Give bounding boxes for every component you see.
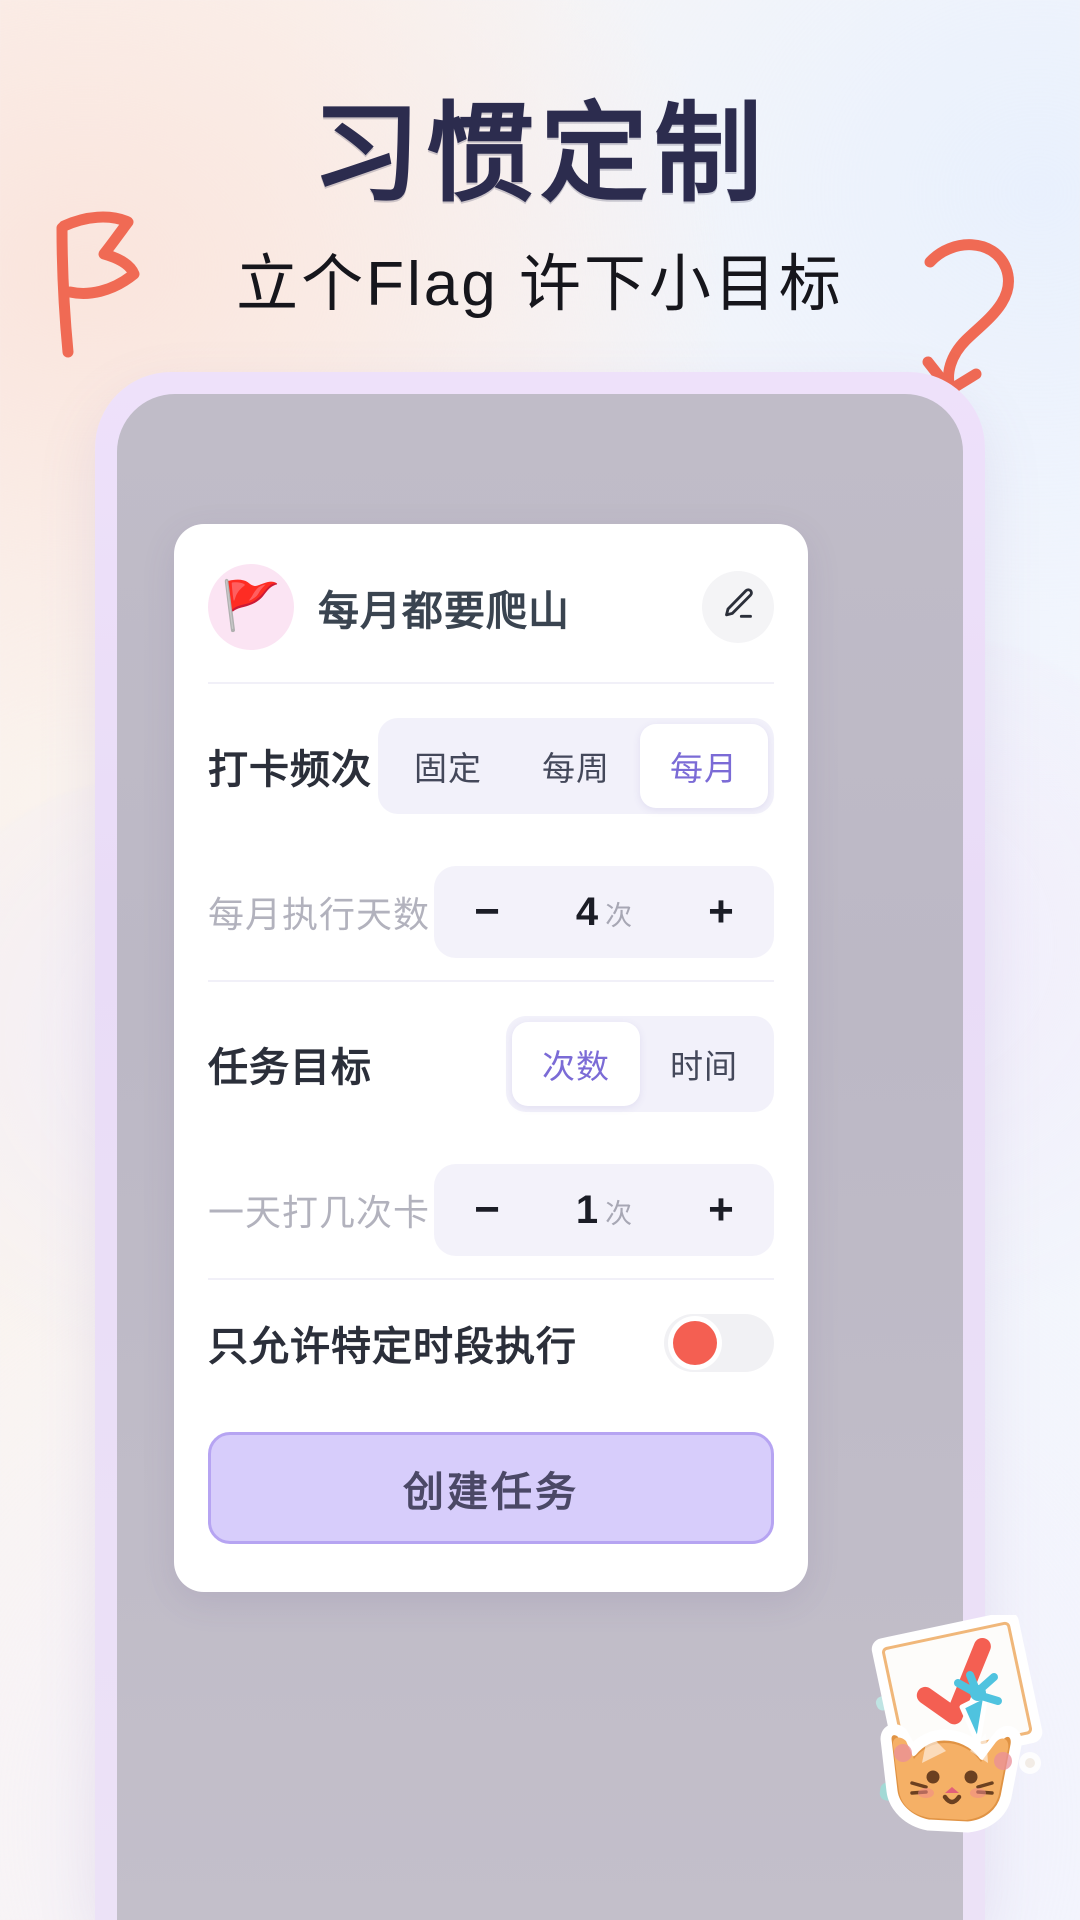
goal-count-row: 一天打几次卡 − 1次 + — [174, 1146, 808, 1278]
flag-emoji-icon: 🚩 — [221, 580, 281, 633]
frequency-count-stepper[interactable]: − 4次 + — [434, 866, 774, 958]
habit-settings-card: 🚩 每月都要爬山 打卡频次 固定 每周 每月 每月执行天数 − 4 次 + 任务… — [174, 524, 808, 1592]
page-title: 习惯定制 — [311, 93, 768, 214]
frequency-count-label: 每月执行天数 — [208, 894, 431, 935]
create-task-button[interactable]: 创建任务 — [208, 1432, 774, 1544]
goal-count-stepper[interactable]: − 1次 + — [434, 1164, 774, 1256]
goal-label: 任务目标 — [208, 1046, 372, 1090]
frequency-row: 打卡频次 固定 每周 每月 — [174, 684, 808, 848]
goal-count-unit: 次 — [605, 1198, 633, 1229]
edit-habit-button[interactable] — [702, 571, 774, 643]
goal-option-count[interactable]: 次数 — [512, 1022, 640, 1106]
goal-count-label: 一天打几次卡 — [208, 1192, 431, 1233]
frequency-increment-button[interactable]: + — [698, 890, 744, 934]
frequency-segmented-control[interactable]: 固定 每周 每月 — [378, 718, 774, 814]
frequency-option-fixed[interactable]: 固定 — [384, 724, 512, 808]
pencil-icon — [718, 585, 758, 630]
orange-cat-with-party-hat-and-checklist — [762, 1611, 1062, 1920]
time-restriction-label: 只允许特定时段执行 — [208, 1325, 577, 1369]
goal-option-time[interactable]: 时间 — [640, 1022, 768, 1106]
toggle-knob — [673, 1321, 717, 1365]
goal-increment-button[interactable]: + — [698, 1188, 744, 1232]
frequency-option-weekly[interactable]: 每周 — [512, 724, 640, 808]
habit-title: 每月都要爬山 — [318, 588, 570, 634]
goal-decrement-button[interactable]: − — [464, 1188, 510, 1232]
goal-row: 任务目标 次数 时间 — [174, 982, 808, 1146]
card-header: 🚩 每月都要爬山 — [174, 524, 808, 682]
cta-wrapper: 创建任务 — [174, 1406, 808, 1588]
frequency-count-unit: 次 — [605, 900, 633, 931]
goal-count-value: 1 — [575, 1187, 600, 1232]
goal-segmented-control[interactable]: 次数 时间 — [506, 1016, 774, 1112]
hand-drawn-flag-icon — [38, 200, 158, 365]
frequency-option-monthly[interactable]: 每月 — [640, 724, 768, 808]
frequency-count-value: 4 — [575, 889, 600, 934]
time-restriction-toggle[interactable] — [664, 1314, 774, 1372]
frequency-count-value-wrap: 4次 — [576, 890, 632, 935]
frequency-label: 打卡频次 — [208, 748, 372, 792]
frequency-decrement-button[interactable]: − — [464, 890, 510, 934]
time-restriction-row: 只允许特定时段执行 — [174, 1280, 808, 1406]
goal-count-value-wrap: 1次 — [576, 1188, 632, 1233]
habit-emoji-avatar: 🚩 — [208, 564, 294, 650]
frequency-count-row: 每月执行天数 − 4次 + — [174, 848, 808, 980]
